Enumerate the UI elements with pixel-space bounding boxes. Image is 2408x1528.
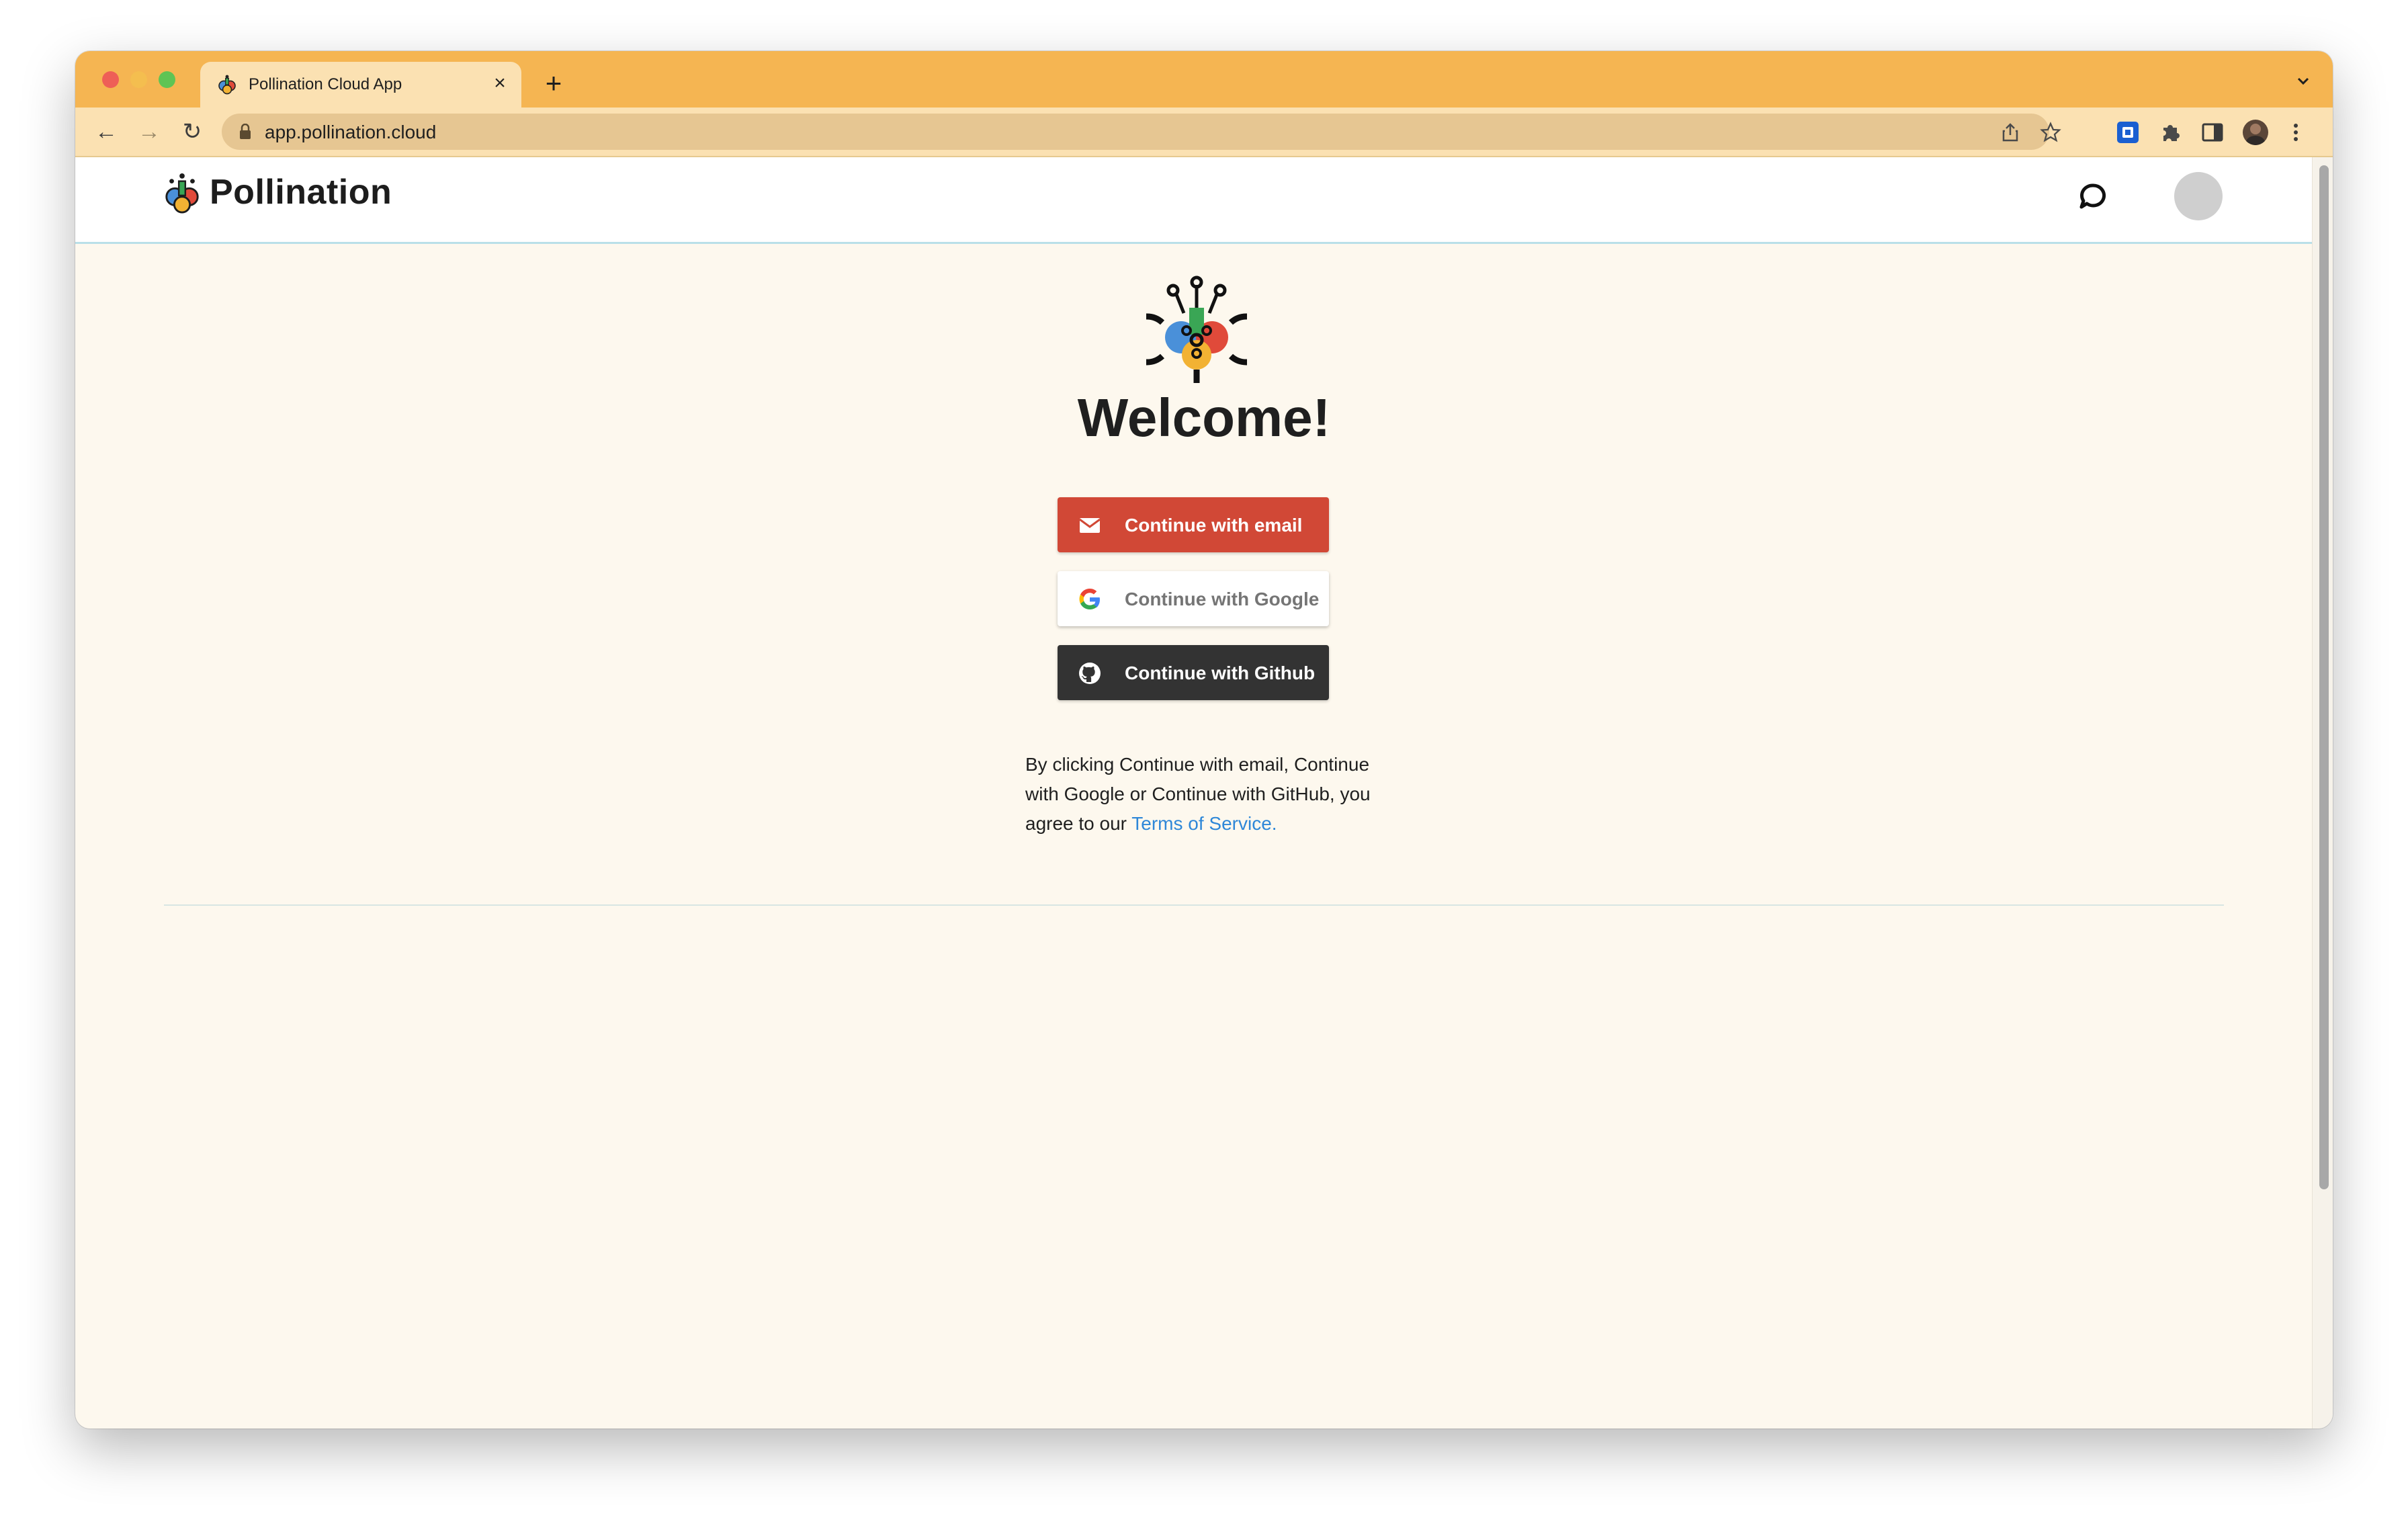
browser-toolbar: ← → ↻ app.pollination.cloud	[75, 108, 2333, 157]
address-bar[interactable]: app.pollination.cloud	[222, 114, 2061, 150]
terms-of-service-link[interactable]: Terms of Service.	[1131, 813, 1277, 834]
sidepanel-icon[interactable]	[2200, 120, 2225, 145]
brand-name[interactable]: Pollination	[210, 172, 392, 212]
new-tab-button[interactable]: +	[539, 69, 568, 98]
share-icon[interactable]	[2000, 122, 2021, 143]
email-button-label: Continue with email	[1125, 515, 1303, 536]
url-text: app.pollination.cloud	[265, 122, 437, 142]
close-window-button[interactable]	[102, 71, 119, 88]
tab-title: Pollination Cloud App	[249, 75, 402, 93]
menu-kebab-icon[interactable]	[2283, 120, 2309, 145]
tab-pollination[interactable]: Pollination Cloud App ×	[200, 62, 521, 108]
back-button[interactable]: ←	[90, 116, 122, 148]
profile-icon[interactable]	[2243, 120, 2268, 145]
pollination-logo-icon[interactable]	[163, 172, 202, 215]
chat-icon[interactable]	[2077, 181, 2108, 212]
google-icon	[1079, 589, 1100, 609]
pollination-main-logo-icon	[1146, 275, 1247, 383]
continue-with-email-button[interactable]: Continue with email	[1058, 497, 1329, 552]
extension-icon[interactable]	[2115, 120, 2141, 145]
continue-with-google-button[interactable]: Continue with Google	[1058, 571, 1329, 626]
browser-window: Pollination Cloud App × + ← → ↻ app.poll…	[75, 51, 2333, 1429]
tab-list-chevron-icon[interactable]	[2292, 73, 2314, 94]
tab-bar: Pollination Cloud App × +	[75, 51, 2333, 108]
github-icon	[1079, 663, 1101, 684]
google-button-label: Continue with Google	[1125, 589, 1320, 609]
terms-notice: By clicking Continue with email, Continu…	[1025, 750, 1375, 839]
forward-button[interactable]: →	[133, 116, 165, 148]
tab-close-icon[interactable]: ×	[488, 71, 512, 95]
puzzle-icon[interactable]	[2158, 120, 2184, 145]
reload-button[interactable]: ↻	[176, 116, 208, 148]
scrollbar-thumb[interactable]	[2319, 165, 2329, 1189]
continue-with-github-button[interactable]: Continue with Github	[1058, 645, 1329, 700]
lock-icon	[240, 124, 251, 139]
app-header: Pollination	[75, 157, 2313, 244]
star-icon[interactable]	[2040, 122, 2061, 143]
maximize-window-button[interactable]	[159, 71, 175, 88]
email-icon	[1079, 518, 1101, 533]
pollination-favicon-icon	[218, 75, 236, 95]
content-divider	[164, 904, 2224, 906]
avatar[interactable]	[2174, 172, 2223, 220]
github-button-label: Continue with Github	[1125, 663, 1316, 683]
minimize-window-button[interactable]	[130, 71, 147, 88]
welcome-heading: Welcome!	[1077, 388, 1331, 448]
